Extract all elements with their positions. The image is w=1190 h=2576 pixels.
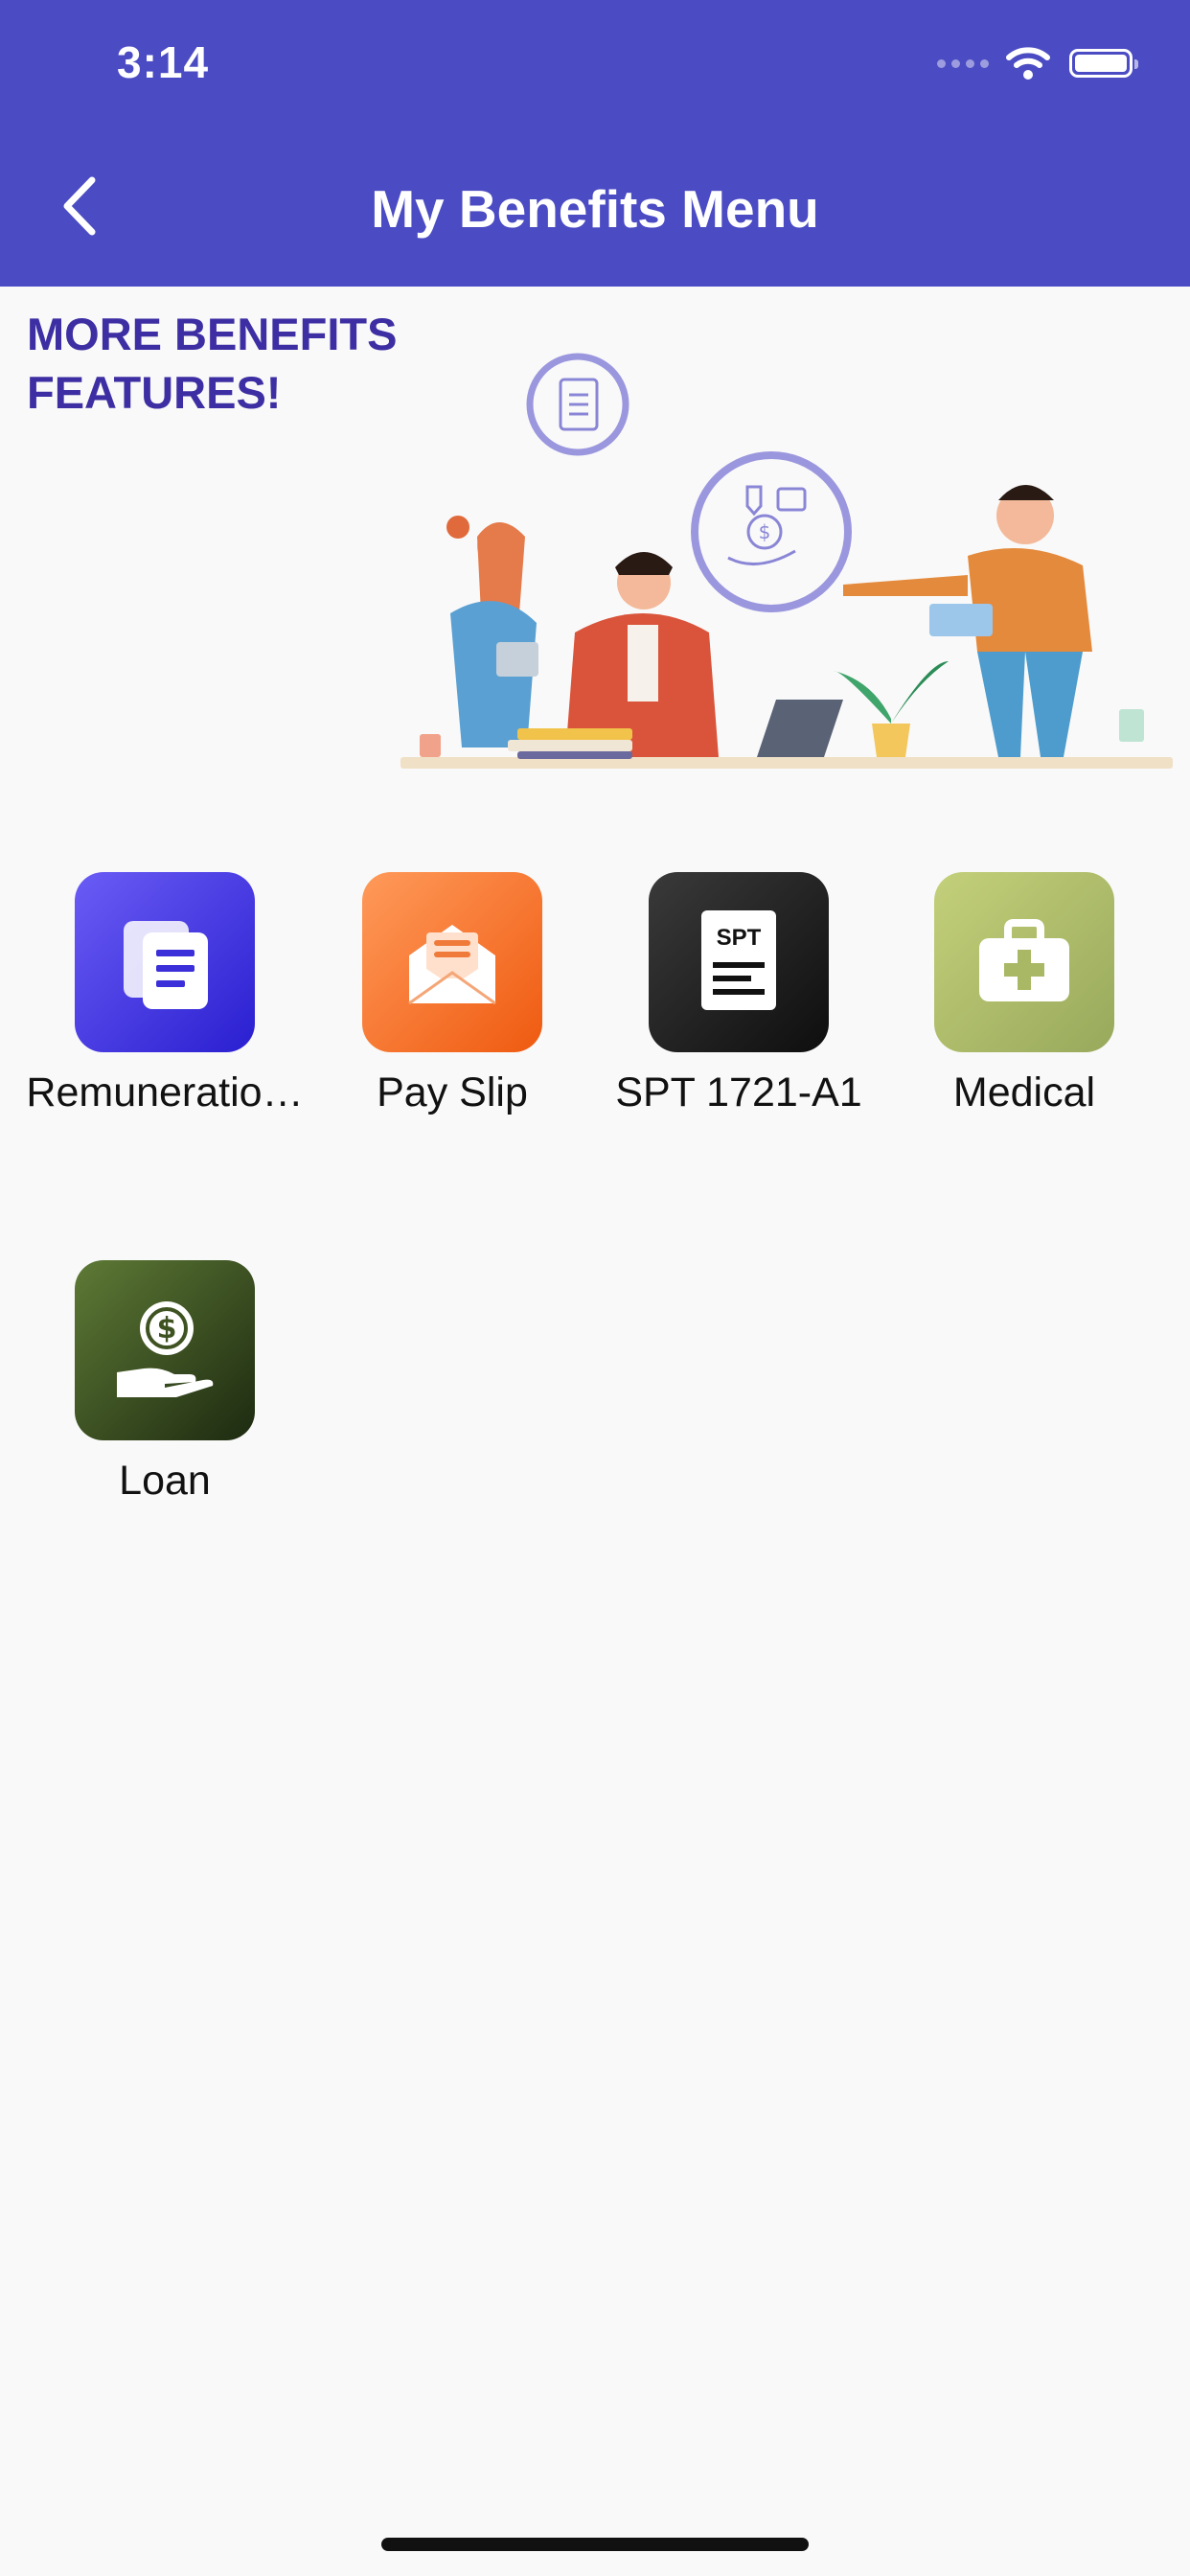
menu-item-loan[interactable]: $ Loan: [21, 1260, 309, 1505]
banner-line-1: MORE BENEFITS: [27, 309, 398, 359]
envelope-icon: [408, 925, 496, 1005]
hand-dollar-icon: $: [117, 1301, 214, 1397]
pay-slip-tile-icon: [362, 872, 542, 1052]
svg-text:$: $: [759, 520, 771, 543]
menu-item-label: Pay Slip: [377, 1070, 528, 1116]
menu-item-label: Remuneratio…: [26, 1070, 304, 1116]
svg-text:$: $: [157, 1312, 177, 1346]
banner-illustration: $: [400, 353, 1173, 769]
medical-kit-icon: [979, 919, 1069, 1001]
banner-line-2: FEATURES!: [27, 367, 282, 418]
battery-icon: [1069, 49, 1138, 78]
medical-tile-icon: [934, 872, 1114, 1052]
menu-item-label: Loan: [119, 1458, 211, 1504]
page-title: My Benefits Menu: [371, 179, 819, 239]
app-header: 3:14 My Benefits Menu: [0, 0, 1190, 287]
menu-item-label: Medical: [952, 1070, 1096, 1116]
loan-tile-icon: $: [75, 1260, 255, 1440]
menu-item-remuneration[interactable]: Remuneratio…: [21, 872, 309, 1116]
documents-icon: [124, 921, 208, 1009]
banner-heading: MORE BENEFITS FEATURES!: [27, 305, 429, 422]
wifi-icon: [1006, 47, 1050, 80]
menu-item-spt-1721-a1[interactable]: SPT SPT 1721-A1: [595, 872, 882, 1116]
status-time: 3:14: [117, 37, 210, 87]
menu-item-medical[interactable]: Medical: [881, 872, 1168, 1116]
menu-item-label: SPT 1721-A1: [615, 1070, 862, 1116]
cellular-signal-icon: [937, 58, 989, 68]
status-icons: [937, 44, 1138, 82]
spt-document-icon: SPT: [701, 910, 776, 1010]
menu-item-pay-slip[interactable]: Pay Slip: [309, 872, 596, 1116]
remuneration-tile-icon: [75, 872, 255, 1052]
home-indicator: [381, 2538, 809, 2551]
spt-tile-icon: SPT: [649, 872, 829, 1052]
svg-text:SPT: SPT: [717, 925, 762, 951]
